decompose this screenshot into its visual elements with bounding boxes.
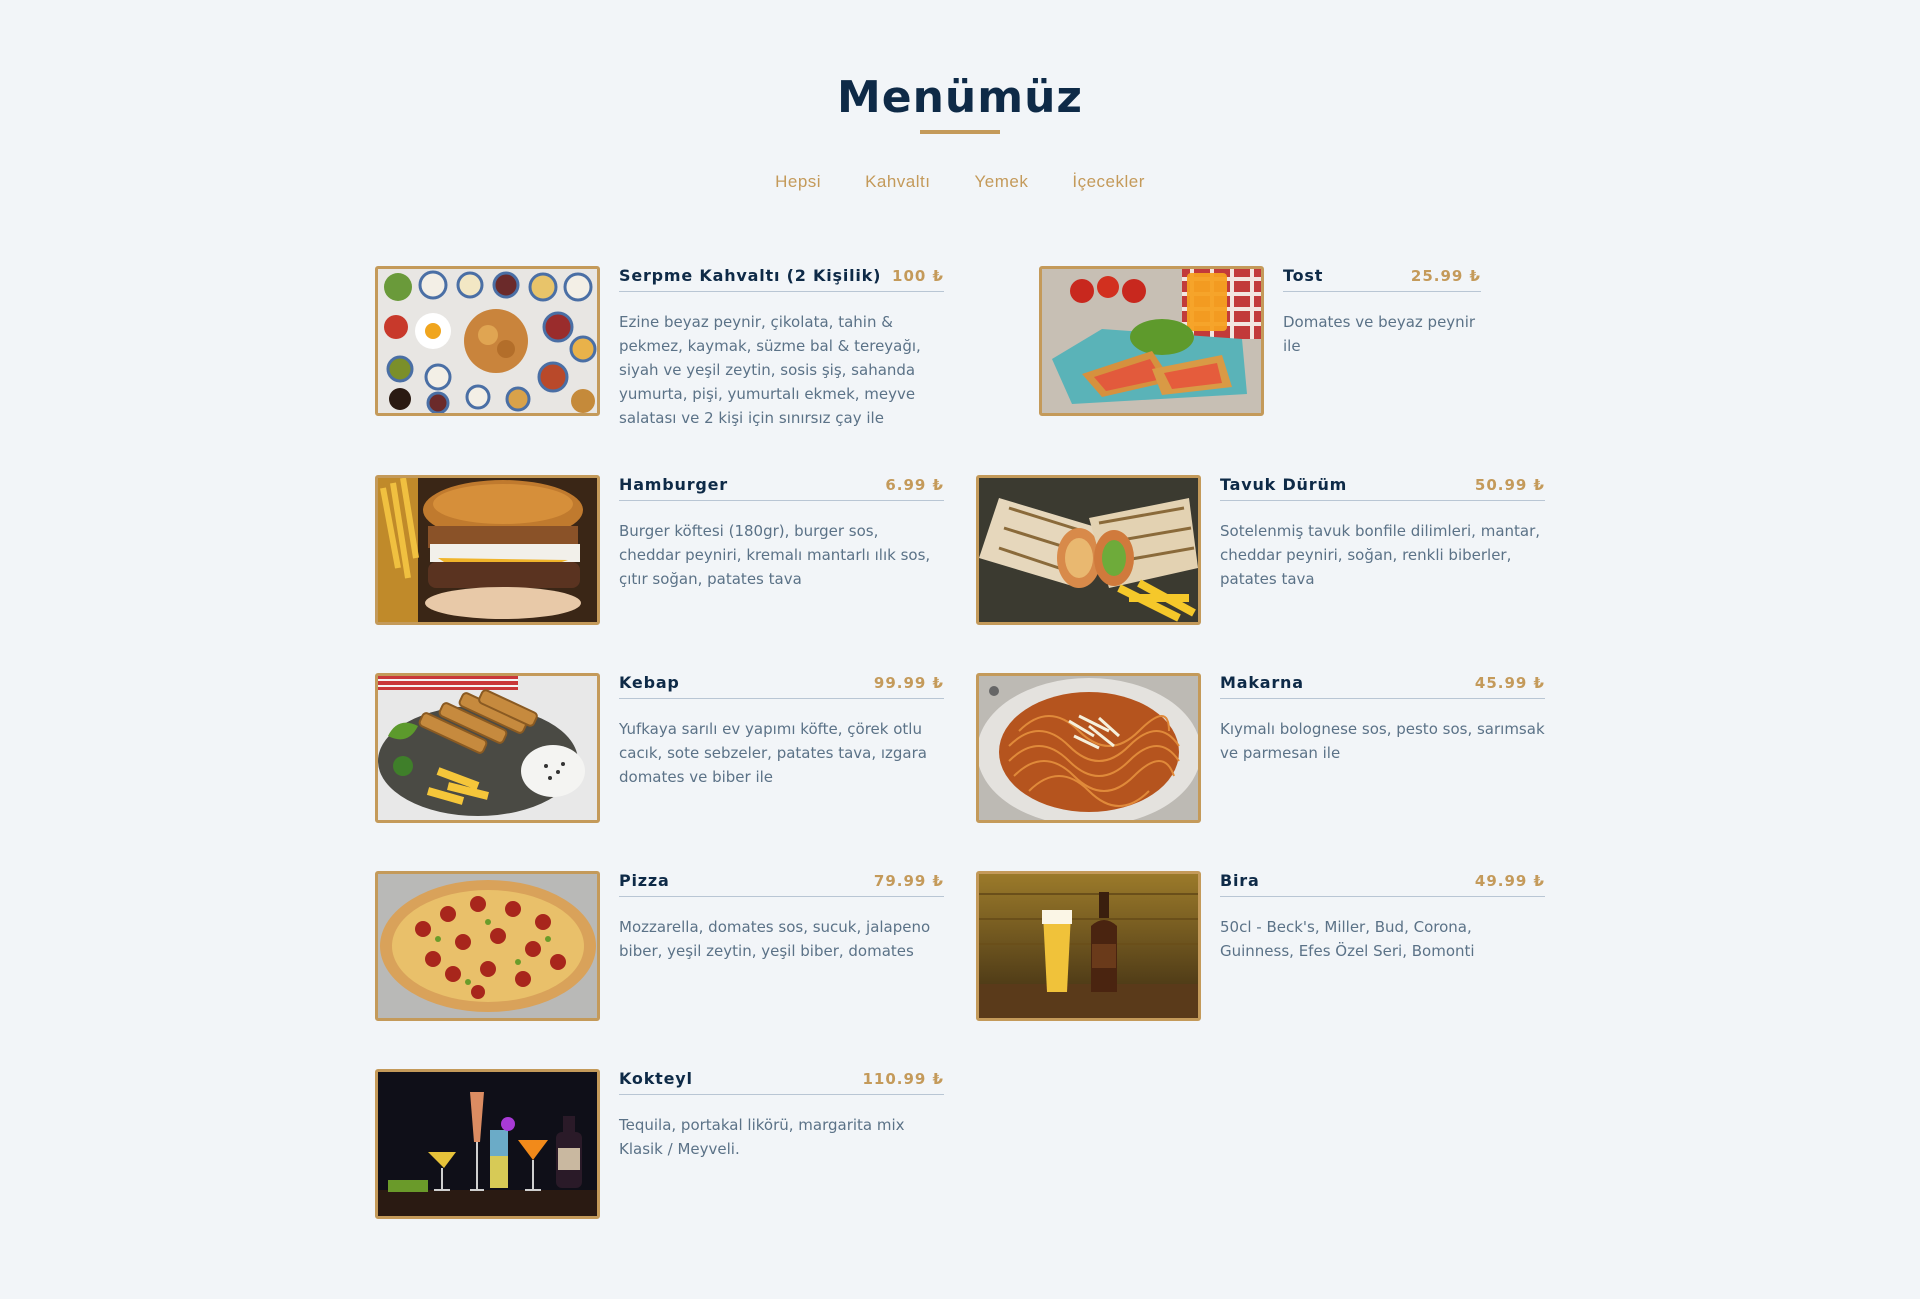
menu-item-info: Tavuk Dürüm 50.99 ₺ Sotelenmiş tavuk bon… (1220, 475, 1545, 591)
chicken-wrap-photo (976, 475, 1201, 625)
menu-item-name: Serpme Kahvaltı (2 Kişilik) (619, 266, 882, 285)
menu-item-description: Tequila, portakal likörü, margarita mix … (619, 1116, 905, 1158)
menu-item-header: Tost 25.99 ₺ (1283, 266, 1481, 292)
menu-item-description: Domates ve beyaz peynir ile (1283, 313, 1476, 355)
menu-item-info: Hamburger 6.99 ₺ Burger köftesi (180gr),… (619, 475, 944, 591)
menu-item-name: Bira (1220, 871, 1260, 890)
menu-item-header: Tavuk Dürüm 50.99 ₺ (1220, 475, 1545, 501)
menu-item-price: 25.99 ₺ (1410, 267, 1481, 285)
menu-item-description: Sotelenmiş tavuk bonfile dilimleri, mant… (1220, 522, 1541, 588)
page-title: Menümüz (836, 72, 1084, 123)
menu-item-description: Yufkaya sarılı ev yapımı köfte, çörek ot… (619, 720, 927, 786)
menu-item-price: 50.99 ₺ (1474, 476, 1545, 494)
pizza-photo (375, 871, 600, 1021)
menu-item-name: Tavuk Dürüm (1220, 475, 1348, 494)
menu-item-info: Kebap 99.99 ₺ Yufkaya sarılı ev yapımı k… (619, 673, 944, 789)
menu-item-name: Pizza (619, 871, 670, 890)
beer-photo (976, 871, 1201, 1021)
menu-item-description: 50cl - Beck's, Miller, Bud, Corona, Guin… (1220, 918, 1475, 960)
menu-item-name: Makarna (1220, 673, 1304, 692)
menu-item-info: Serpme Kahvaltı (2 Kişilik) 100 ₺ Ezine … (619, 266, 944, 430)
menu-item-price: 6.99 ₺ (885, 476, 944, 494)
menu-item-header: Kebap 99.99 ₺ (619, 673, 944, 699)
filter-tab-drinks[interactable]: İçecekler (1072, 172, 1145, 192)
menu-item-name: Hamburger (619, 475, 728, 494)
menu-item: Kebap 99.99 ₺ Yufkaya sarılı ev yapımı k… (375, 673, 955, 833)
filter-tab-food[interactable]: Yemek (975, 172, 1029, 192)
menu-item: Bira 49.99 ₺ 50cl - Beck's, Miller, Bud,… (976, 871, 1556, 1031)
menu-item-header: Kokteyl 110.99 ₺ (619, 1069, 944, 1095)
menu-item-price: 79.99 ₺ (873, 872, 944, 890)
menu-item: Serpme Kahvaltı (2 Kişilik) 100 ₺ Ezine … (375, 266, 955, 427)
cocktails-photo (375, 1069, 600, 1219)
menu-item-info: Makarna 45.99 ₺ Kıymalı bolognese sos, p… (1220, 673, 1545, 765)
kebab-plate-photo (375, 673, 600, 823)
menu-item: Hamburger 6.99 ₺ Burger köftesi (180gr),… (375, 475, 955, 635)
menu-item: Tavuk Dürüm 50.99 ₺ Sotelenmiş tavuk bon… (976, 475, 1556, 635)
filter-tab-breakfast[interactable]: Kahvaltı (865, 172, 930, 192)
menu-item-description: Mozzarella, domates sos, sucuk, jalapeno… (619, 918, 931, 960)
menu-item-price: 99.99 ₺ (873, 674, 944, 692)
menu-item-header: Makarna 45.99 ₺ (1220, 673, 1545, 699)
menu-item: Tost 25.99 ₺ Domates ve beyaz peynir ile (1039, 266, 1619, 426)
menu-item-price: 110.99 ₺ (862, 1070, 944, 1088)
title-underline (920, 130, 1000, 134)
menu-item-price: 100 ₺ (892, 267, 944, 285)
menu-item-name: Tost (1283, 266, 1324, 285)
menu-item-description: Burger köftesi (180gr), burger sos, ched… (619, 522, 931, 588)
hamburger-photo (375, 475, 600, 625)
menu-item-header: Pizza 79.99 ₺ (619, 871, 944, 897)
menu-item-header: Hamburger 6.99 ₺ (619, 475, 944, 501)
menu-item-price: 49.99 ₺ (1474, 872, 1545, 890)
menu-page: Menümüz Hepsi Kahvaltı Yemek İçecekler S… (0, 0, 1920, 1299)
menu-item-description: Ezine beyaz peynir, çikolata, tahin & pe… (619, 313, 921, 427)
menu-item-info: Kokteyl 110.99 ₺ Tequila, portakal likör… (619, 1069, 944, 1161)
menu-item: Kokteyl 110.99 ₺ Tequila, portakal likör… (375, 1069, 955, 1229)
menu-filter-tabs: Hepsi Kahvaltı Yemek İçecekler (0, 172, 1920, 192)
pasta-photo (976, 673, 1201, 823)
breakfast-spread-photo (375, 266, 600, 416)
menu-item-header: Bira 49.99 ₺ (1220, 871, 1545, 897)
menu-item-info: Pizza 79.99 ₺ Mozzarella, domates sos, s… (619, 871, 944, 963)
menu-item-name: Kokteyl (619, 1069, 693, 1088)
menu-item-price: 45.99 ₺ (1474, 674, 1545, 692)
menu-item-header: Serpme Kahvaltı (2 Kişilik) 100 ₺ (619, 266, 944, 292)
menu-item: Pizza 79.99 ₺ Mozzarella, domates sos, s… (375, 871, 955, 1031)
menu-item-name: Kebap (619, 673, 680, 692)
menu-item-info: Tost 25.99 ₺ Domates ve beyaz peynir ile (1283, 266, 1481, 358)
menu-item-description: Kıymalı bolognese sos, pesto sos, sarıms… (1220, 720, 1545, 762)
filter-tab-all[interactable]: Hepsi (775, 172, 821, 192)
toast-sandwich-photo (1039, 266, 1264, 416)
menu-item: Makarna 45.99 ₺ Kıymalı bolognese sos, p… (976, 673, 1556, 833)
menu-item-info: Bira 49.99 ₺ 50cl - Beck's, Miller, Bud,… (1220, 871, 1545, 963)
